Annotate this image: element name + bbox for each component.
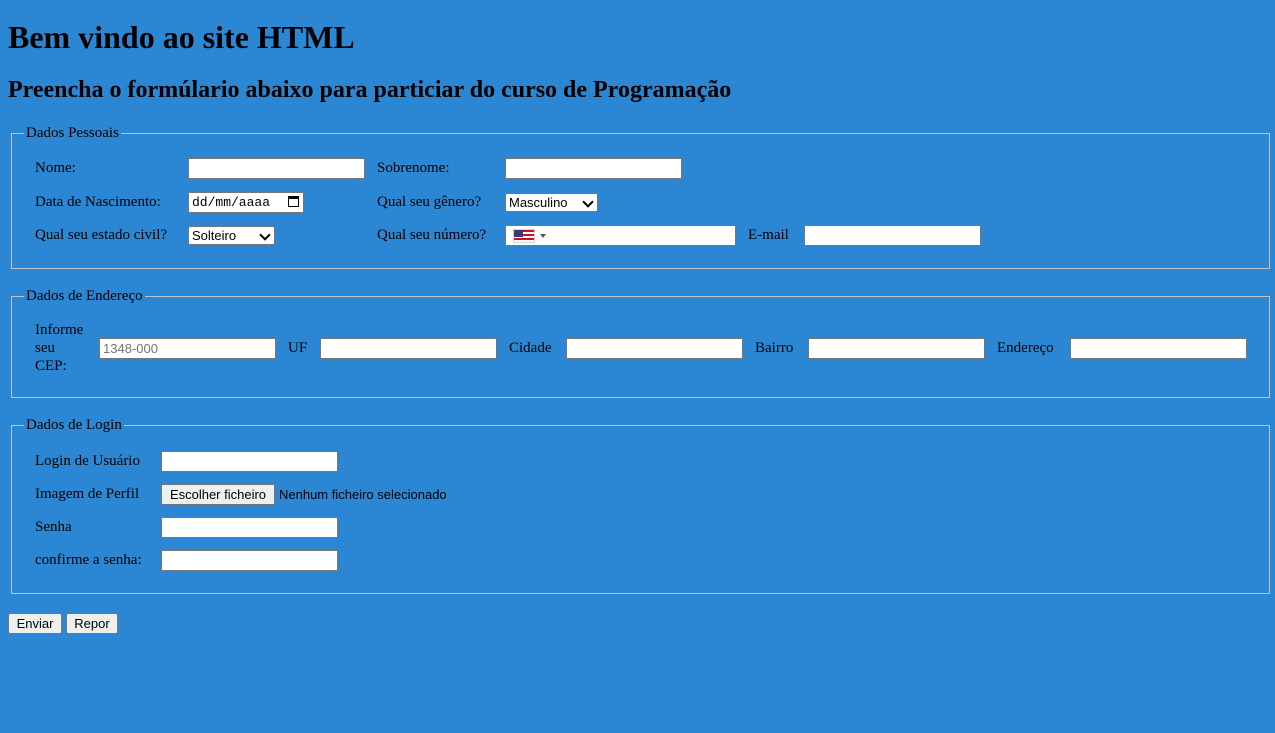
- reset-button[interactable]: Repor: [66, 613, 118, 634]
- cep-label-line2: seu: [35, 340, 55, 356]
- chevron-down-icon: [582, 196, 594, 208]
- city-input[interactable]: [566, 338, 743, 359]
- chevron-down-icon: [259, 229, 271, 241]
- login-data-legend: Dados de Login: [24, 417, 124, 434]
- personal-data-legend: Dados Pessoais: [24, 125, 121, 142]
- email-input[interactable]: [804, 225, 981, 246]
- username-input[interactable]: [161, 451, 338, 472]
- name-label: Nome:: [35, 160, 76, 176]
- calendar-icon[interactable]: [288, 196, 299, 207]
- gender-label: Qual seu gênero?: [377, 194, 482, 210]
- birth-date-label: Data de Nascimento:: [35, 194, 161, 210]
- uf-input[interactable]: [320, 338, 497, 359]
- profile-image-label: Imagem de Perfil: [35, 486, 140, 502]
- name-input[interactable]: [188, 158, 365, 179]
- cep-label-line3: CEP:: [35, 358, 67, 374]
- password-label: Senha: [35, 519, 72, 535]
- email-label: E-mail: [748, 227, 789, 243]
- country-dropdown-icon[interactable]: [540, 234, 546, 238]
- uf-label: UF: [288, 340, 308, 356]
- confirm-password-input[interactable]: [161, 550, 338, 571]
- cep-input[interactable]: [99, 338, 276, 359]
- phone-input[interactable]: [505, 225, 736, 246]
- cep-label-line1: Informe: [35, 322, 84, 338]
- birth-date-placeholder: dd/mm/aaaa: [192, 195, 271, 210]
- submit-button[interactable]: Enviar: [8, 613, 62, 634]
- civil-status-selected-value: Solteiro: [192, 228, 237, 243]
- surname-input[interactable]: [505, 158, 682, 179]
- gender-select[interactable]: Masculino: [505, 193, 598, 212]
- gender-selected-value: Masculino: [509, 195, 568, 210]
- password-input[interactable]: [161, 517, 338, 538]
- us-flag-icon[interactable]: [514, 230, 534, 242]
- street-input[interactable]: [1070, 338, 1247, 359]
- phone-label: Qual seu número?: [377, 227, 487, 243]
- district-label: Bairro: [755, 340, 794, 356]
- page-subtitle: Preencha o formúlario abaixo para partic…: [8, 77, 732, 103]
- file-status-text: Nenhum ficheiro selecionado: [279, 487, 447, 502]
- district-input[interactable]: [808, 338, 985, 359]
- street-label: Endereço: [997, 340, 1054, 356]
- address-data-legend: Dados de Endereço: [24, 288, 145, 305]
- city-label: Cidade: [509, 340, 552, 356]
- surname-label: Sobrenome:: [377, 160, 450, 176]
- civil-status-label: Qual seu estado civil?: [35, 227, 168, 243]
- page-title: Bem vindo ao site HTML: [8, 19, 355, 55]
- confirm-password-label: confirme a senha:: [35, 552, 142, 568]
- username-label: Login de Usuário: [35, 453, 140, 469]
- choose-file-button[interactable]: Escolher ficheiro: [161, 484, 275, 505]
- civil-status-select[interactable]: Solteiro: [188, 226, 275, 245]
- birth-date-input[interactable]: dd/mm/aaaa: [188, 192, 304, 213]
